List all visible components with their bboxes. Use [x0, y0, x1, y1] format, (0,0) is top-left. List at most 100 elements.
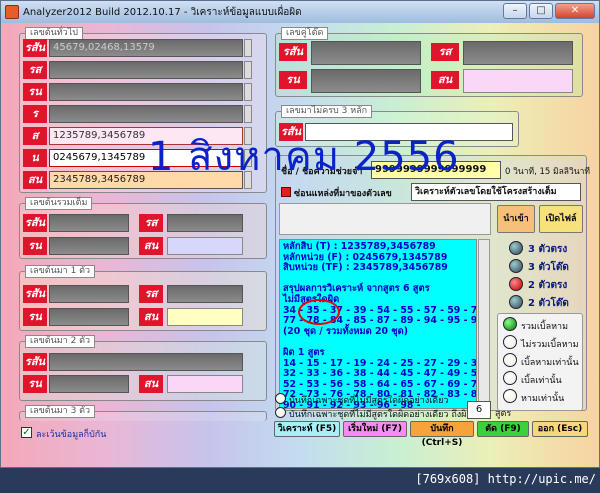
g1-field-2[interactable]	[49, 83, 243, 101]
pair-field-1[interactable]	[311, 41, 421, 65]
save-button[interactable]: บันทึก (Ctrl+S)	[410, 421, 474, 448]
g3-field-2[interactable]	[167, 285, 243, 303]
save-2-label: บันทึกเฉพาะชุดที่ไม่มีสูตรใดผิดอย่างเดีย…	[289, 410, 473, 420]
window-title: Analyzer2012 Build 2012.10.17 - วิเคราะห…	[23, 6, 302, 18]
g2-label-3: รน	[23, 237, 47, 255]
pair-field-2[interactable]	[463, 41, 573, 65]
title-bar: Analyzer2012 Build 2012.10.17 - วิเคราะห…	[1, 1, 599, 23]
g1-label-6: สน	[23, 171, 47, 189]
minimize-button[interactable]: –	[503, 3, 527, 19]
g3-label-4: สน	[139, 308, 163, 326]
radio-save-1[interactable]	[275, 393, 286, 404]
radio-bel-only-label: เบิ้ลเท่านั้น	[521, 376, 562, 386]
keep-label: ละเว้นข้อมูลก็บักัน	[36, 430, 107, 440]
g4-field-2[interactable]	[49, 375, 129, 393]
g2-label-4: สน	[139, 237, 163, 255]
close-button[interactable]: ✕	[555, 3, 595, 19]
radio-ham-only-label: หามเท่านั้น	[521, 394, 565, 404]
group-three: เลขต้นมา 3 ตัว	[19, 405, 267, 421]
g2-field-1[interactable]	[49, 214, 129, 232]
highlight-circle	[298, 299, 340, 325]
radio-double-only-label: เบิ้ลหามเท่านั้น	[521, 358, 579, 368]
result-line: สิบหน่วย (TF) : 2345789,3456789	[283, 262, 448, 274]
results-textarea[interactable]: หลักสิบ (T) : 1235789,3456789 หลักหน่วย (…	[279, 239, 477, 409]
date-banner: 1 สิงหาคม 2556	[148, 134, 460, 180]
source-label: ซ่อนแหล่งที่มาของตัวเลข	[294, 189, 392, 199]
radio-3-straight[interactable]	[509, 241, 523, 255]
g1-spin-1[interactable]	[244, 61, 252, 79]
radio-save-2[interactable]	[275, 407, 286, 418]
app-icon	[5, 5, 19, 19]
g3-label-2: รส	[139, 285, 163, 303]
g1-label-5: น	[23, 149, 47, 167]
radio-3-tod-label: 3 ตัวโต๊ด	[528, 262, 569, 273]
g3-field-4[interactable]	[167, 308, 243, 326]
source-checkbox[interactable]	[281, 187, 291, 197]
pair-label-4: สน	[431, 71, 459, 89]
g3-label-1: รสัน	[23, 285, 47, 303]
g1-spin-2[interactable]	[244, 83, 252, 101]
group-pair-title: เลขคู่โต๊ด	[281, 27, 329, 40]
open-file-button[interactable]: เปิดไฟล์	[539, 205, 583, 233]
restart-button[interactable]: เริ่มใหม่ (F7)	[343, 421, 407, 437]
g1-label-4: ส	[23, 127, 47, 145]
radio-all-double-label: รวมเบิ้ลหาม	[521, 322, 569, 332]
g2-label-1: รสัน	[23, 214, 47, 232]
g2-field-2[interactable]	[167, 214, 243, 232]
group-three-title: เลขต้นมา 3 ตัว	[25, 405, 96, 418]
g4-field-1[interactable]	[49, 353, 243, 371]
g4-label-3: สน	[139, 375, 163, 393]
pattern-panel	[279, 203, 491, 235]
radio-2-tod[interactable]	[509, 295, 523, 309]
cut-button[interactable]: ตัด (F9)	[477, 421, 529, 437]
result-line: (20 ชุด / รวมทั้งหมด 20 ชุด)	[283, 325, 408, 337]
g3-field-3[interactable]	[49, 308, 129, 326]
count-unit: สูตร	[495, 409, 512, 419]
g2-field-3[interactable]	[49, 237, 129, 255]
group-one-title: เลขต้นมา 1 ตัว	[25, 265, 96, 278]
app-window: Analyzer2012 Build 2012.10.17 - วิเคราะห…	[0, 0, 600, 468]
g3-field-1[interactable]	[49, 285, 129, 303]
count-input[interactable]: 6	[467, 401, 491, 419]
g1-label-3: ร	[23, 105, 47, 123]
group-incomplete-title: เลขมาไม่ครบ 3 หลัก	[281, 105, 373, 118]
radio-bel-only[interactable]	[503, 371, 517, 385]
g1-label-1: รส	[23, 61, 47, 79]
maximize-button[interactable]: □	[529, 3, 553, 19]
save-1-label: บันทึกเฉพาะชุดที่ไม่มีสูตรใดผิดอย่างเดีย…	[289, 396, 449, 406]
radio-2-tod-label: 2 ตัวโต๊ด	[528, 298, 569, 309]
radio-ham-only[interactable]	[503, 389, 517, 403]
radio-double-only[interactable]	[503, 353, 517, 367]
radio-no-double-label: ไม่รวมเบิ้ลหาม	[521, 340, 579, 350]
g4-field-3[interactable]	[167, 375, 243, 393]
g1-spin-0[interactable]	[244, 39, 252, 57]
pair-field-4[interactable]	[463, 69, 573, 93]
results-scrollbar[interactable]	[478, 239, 490, 409]
exit-button[interactable]: ออก (Esc)	[532, 421, 588, 437]
g1-field-3[interactable]	[49, 105, 243, 123]
radio-2-straight-label: 2 ตัวตรง	[528, 280, 568, 291]
g3-label-3: รน	[23, 308, 47, 326]
pair-label-2: รส	[431, 43, 459, 61]
pair-field-3[interactable]	[311, 69, 421, 93]
group-two-title: เลขต้นมา 2 ตัว	[25, 335, 96, 348]
g1-spin-3[interactable]	[244, 105, 252, 123]
radio-no-double[interactable]	[503, 335, 517, 349]
radio-3-tod[interactable]	[509, 259, 523, 273]
keep-checkbox[interactable]: ✓	[21, 427, 32, 438]
radio-all-double[interactable]	[503, 317, 517, 331]
g2-field-4[interactable]	[167, 237, 243, 255]
g1-field-1[interactable]	[49, 61, 243, 79]
radio-2-straight[interactable]	[509, 277, 523, 291]
import-button[interactable]: นำเข้า	[497, 205, 535, 233]
g4-label-2: รน	[23, 375, 47, 393]
pair-label-1: รสัน	[279, 43, 307, 61]
elapsed-time: 0 วินาที, 15 มิลลิวินาที	[505, 167, 590, 177]
group-full-title: เลขต้นรวมเต็ม	[25, 197, 93, 210]
g1-label-0: รสัน	[23, 39, 47, 57]
pair-label-3: รน	[279, 71, 307, 89]
g1-label-2: รน	[23, 83, 47, 101]
analyze-button[interactable]: วิเคราะห์ (F5)	[274, 421, 340, 437]
g4-label-1: รสัน	[23, 353, 47, 371]
g1-field-0[interactable]: 45679,02468,13579	[49, 39, 243, 57]
